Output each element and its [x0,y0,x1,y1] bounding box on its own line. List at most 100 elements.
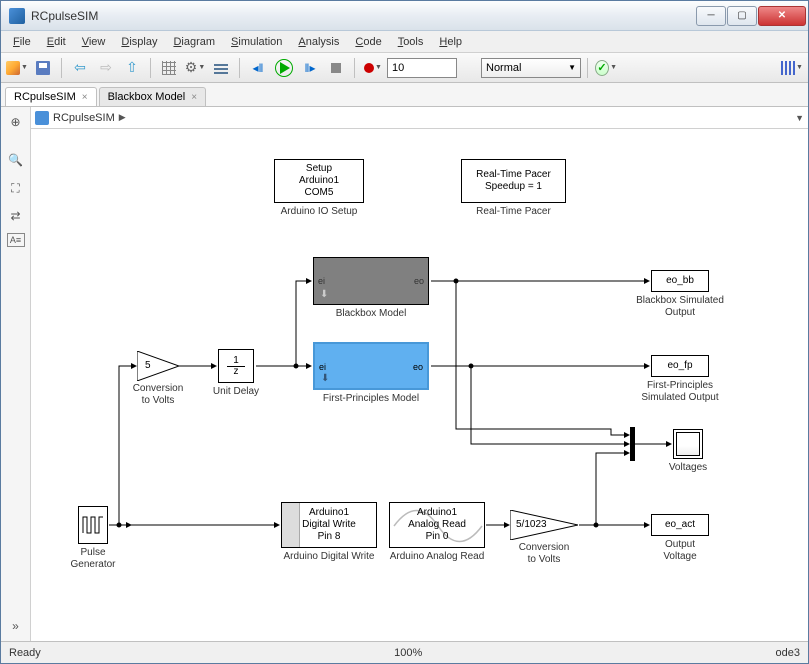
model-icon [35,111,49,125]
unitdelay-num: 1 [233,356,239,366]
canvas-side-toolbar: ⊕ 🔍 ⛶ ⇄ A≡ » [1,107,31,641]
tag-text: eo_bb [666,275,694,287]
check-icon: ✓ [595,60,609,76]
port-ei: ei [318,276,325,287]
label-arduino-setup: Arduino IO Setup [274,206,364,217]
list-icon [214,62,228,74]
block-first-principles-model[interactable]: ei eo ⬇ [313,342,429,390]
simulation-mode-select[interactable]: Normal▼ [481,58,581,78]
menu-edit[interactable]: Edit [39,34,74,50]
label-digital-write: Arduino Digital Write [276,551,382,562]
label-analog-read: Arduino Analog Read [384,551,490,562]
tab-blackbox-model[interactable]: Blackbox Model × [99,87,207,106]
arrow-right-icon: ⇨ [100,59,112,76]
fit-view-button[interactable]: ⛶ [5,177,27,199]
setup-line1: Setup [306,163,332,175]
menu-code[interactable]: Code [347,34,389,50]
dwrite-line2: Digital Write [302,519,356,531]
simulation-stop-time-input[interactable] [387,58,457,78]
block-gain-conversion-to-volts-2[interactable]: 5/1023 [510,510,578,540]
subsystem-arrow-icon: ⬇ [320,289,328,301]
step-back-button[interactable]: ◂ǁ [246,56,270,80]
block-arduino-analog-read[interactable]: Arduino1 Analog Read Pin 0 [389,502,485,548]
toggle-sample-time-button[interactable]: ⇄ [5,205,27,227]
annotation-button[interactable]: A≡ [7,233,25,247]
block-pulse-generator[interactable] [78,506,108,544]
menu-file[interactable]: File [5,34,39,50]
breadcrumb-dropdown[interactable]: ▼ [795,113,804,123]
label-realtime-pacer: Real-Time Pacer [461,206,566,217]
menu-diagram[interactable]: Diagram [165,34,223,50]
block-goto-eo-bb[interactable]: eo_bb [651,270,709,292]
menu-view[interactable]: View [74,34,114,50]
minimize-button[interactable]: ─ [696,6,726,26]
label-pulse-line1: Pulse [63,547,123,558]
block-unit-delay[interactable]: 1 z [218,349,254,383]
block-blackbox-model[interactable]: ei eo ⬇ [313,257,429,305]
app-icon [9,8,25,24]
arrow-up-icon: ⇧ [126,59,138,76]
build-button[interactable]: ▼ [780,56,804,80]
tab-close-icon[interactable]: × [191,92,197,103]
zoom-in-button[interactable]: 🔍 [5,149,27,171]
stop-icon [331,63,341,73]
up-button[interactable]: ⇧ [120,56,144,80]
stop-button[interactable] [324,56,348,80]
label-first-principles-model: First-Principles Model [313,393,429,404]
block-goto-eo-act[interactable]: eo_act [651,514,709,536]
gain2-value: 5/1023 [516,519,547,530]
dwrite-line3: Pin 8 [318,531,341,543]
block-arduino-setup[interactable]: Setup Arduino1 COM5 [274,159,364,203]
expand-button[interactable]: » [5,615,27,637]
run-button[interactable] [272,56,296,80]
grid-icon [162,61,176,75]
label-gain1-line1: Conversion [127,383,189,394]
block-mux[interactable] [630,427,635,461]
update-diagram-button[interactable]: ✓▼ [594,56,618,80]
forward-button[interactable]: ⇨ [94,56,118,80]
library-browser-button[interactable] [157,56,181,80]
statusbar: Ready 100% ode3 [1,641,808,663]
port-ei: ei [319,362,326,373]
play-icon [275,59,293,77]
status-zoom: 100% [394,647,422,659]
gain-value: 5 [145,360,151,371]
new-model-button[interactable]: ▼ [5,56,29,80]
breadcrumb-model[interactable]: RCpulseSIM [53,112,115,124]
model-explorer-button[interactable] [209,56,233,80]
port-eo: eo [414,276,424,287]
pacer-line2: Speedup = 1 [485,181,542,193]
tab-close-icon[interactable]: × [82,92,88,103]
model-config-button[interactable]: ⚙▼ [183,56,207,80]
aread-line3: Pin 0 [426,531,449,543]
tab-rcpulsesim[interactable]: RCpulseSIM× [5,87,97,106]
block-realtime-pacer[interactable]: Real-Time Pacer Speedup = 1 [461,159,566,203]
record-button[interactable]: ▼ [361,56,385,80]
simulation-mode-label: Normal [486,62,521,74]
back-button[interactable]: ⇦ [68,56,92,80]
step-forward-button[interactable]: ǁ▸ [298,56,322,80]
close-button[interactable]: ✕ [758,6,806,26]
aread-line2: Analog Read [408,519,466,531]
save-button[interactable] [31,56,55,80]
gear-icon: ⚙ [185,59,198,76]
menu-display[interactable]: Display [113,34,165,50]
model-canvas[interactable]: Setup Arduino1 COM5 Arduino IO Setup Rea… [31,129,808,641]
label-eo-fp-line1: First-Principles [631,380,729,391]
setup-line3: COM5 [305,187,334,199]
pacer-line1: Real-Time Pacer [476,169,551,181]
maximize-button[interactable]: ▢ [727,6,757,26]
block-scope-voltages[interactable] [673,429,703,459]
tab-label: Blackbox Model [108,91,186,103]
block-gain-conversion-to-volts-1[interactable]: 5 [137,351,179,381]
block-arduino-digital-write[interactable]: Arduino1 Digital Write Pin 8 [281,502,377,548]
menu-analysis[interactable]: Analysis [290,34,347,50]
block-goto-eo-fp[interactable]: eo_fp [651,355,709,377]
menu-help[interactable]: Help [431,34,470,50]
menu-simulation[interactable]: Simulation [223,34,290,50]
menu-tools[interactable]: Tools [390,34,432,50]
subsystem-arrow-icon: ⬇ [321,373,329,385]
hide-browser-button[interactable]: ⊕ [5,111,27,133]
label-blackbox-model: Blackbox Model [313,308,429,319]
menubar: File Edit View Display Diagram Simulatio… [1,31,808,53]
